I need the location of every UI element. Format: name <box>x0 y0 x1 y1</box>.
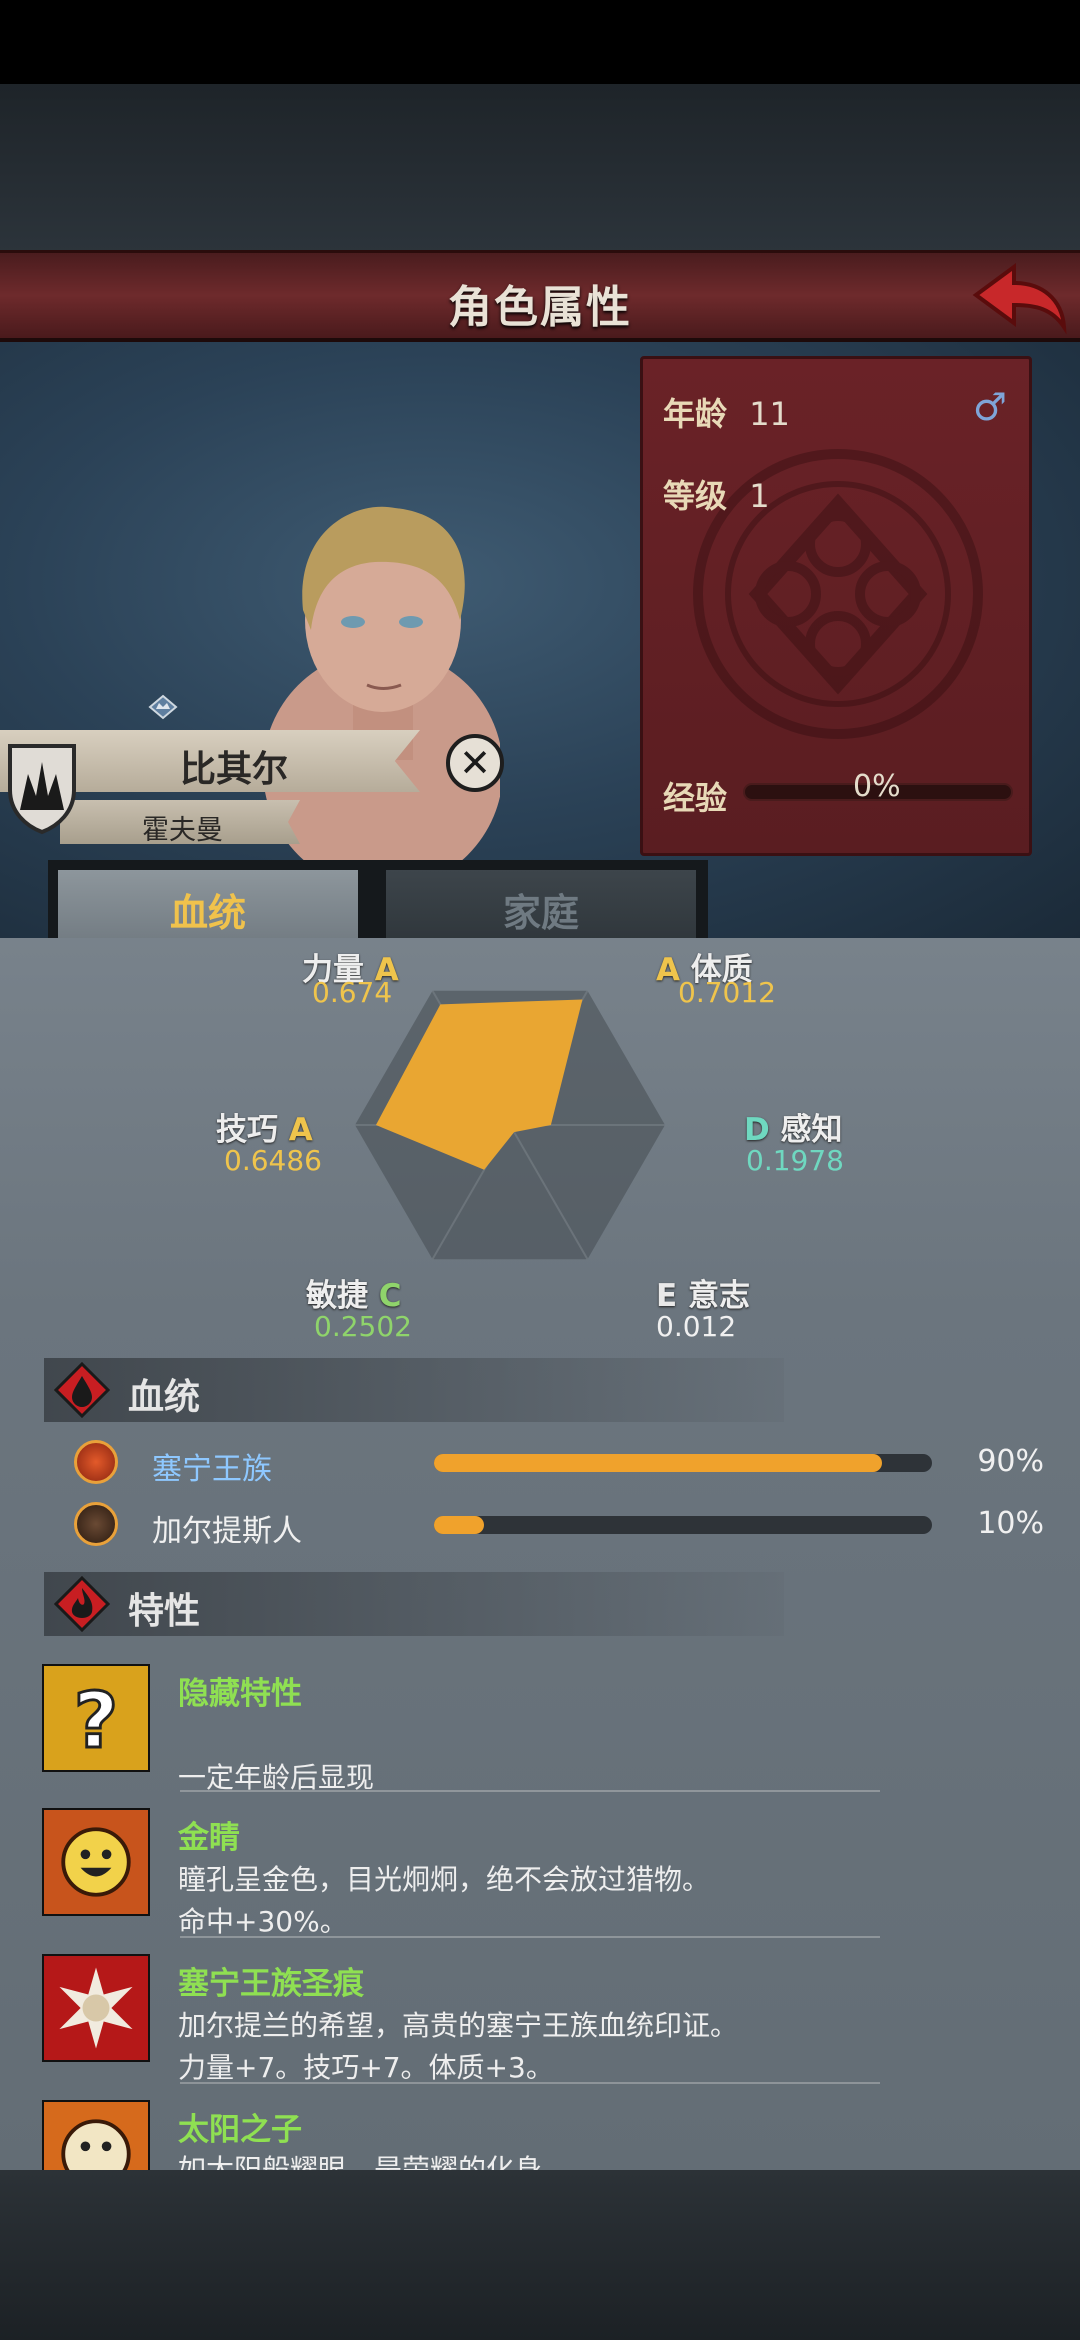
trait-description: 瞳孔呈金色，目光炯炯，绝不会放过猎物。 <box>178 1863 711 1896</box>
sun-emblem-icon <box>42 1954 150 2062</box>
bottom-bar <box>0 2170 1080 2340</box>
radar-label-perception: D 感知 <box>744 1112 843 1148</box>
age-label: 年龄 <box>663 395 728 433</box>
bloodline-bar <box>434 1516 932 1534</box>
age-row: 年龄 11 <box>663 389 790 435</box>
stat-panel: 年龄 11 ♂ 等级 1 经验 0% <box>640 356 1032 856</box>
level-label: 等级 <box>663 477 728 515</box>
status-bar <box>0 0 1080 84</box>
trait-description: 加尔提兰的希望，高贵的塞宁王族血统印证。 <box>178 2009 739 2042</box>
bloodline-section-title: 血统 <box>128 1377 201 1418</box>
svg-text:?: ? <box>74 1676 119 1766</box>
radar-value-perception: 0.1978 <box>746 1144 844 1177</box>
blood-drop-icon <box>54 1362 110 1418</box>
bloodline-bar-fill <box>434 1516 484 1534</box>
bloodline-percent: 10% <box>977 1506 1044 1541</box>
question-mark-icon: ? <box>42 1664 150 1772</box>
trait-item[interactable]: 塞宁王族圣痕 加尔提兰的希望，高贵的塞宁王族血统印证。 力量+7。技巧+7。体质… <box>42 1954 1042 2094</box>
character-name: 比其尔 <box>180 749 289 790</box>
header-bar: 角色属性 <box>0 250 1080 342</box>
trait-effect: 命中+30%。 <box>178 1905 348 1938</box>
radar-value-strength: 0.674 <box>312 976 393 1009</box>
trait-name: 金睛 <box>178 1820 240 1856</box>
crown-icon <box>148 694 178 720</box>
radar-value-skill: 0.6486 <box>224 1144 322 1177</box>
trait-name: 隐藏特性 <box>178 1676 302 1712</box>
divider <box>180 1790 880 1792</box>
royal-bloodline-emblem-icon <box>74 1440 118 1484</box>
bloodline-row: 加尔提斯人 10% <box>74 1502 1044 1549</box>
radar-value-willpower: 0.012 <box>656 1310 737 1343</box>
exp-percent: 0% <box>853 769 901 804</box>
smiling-face-icon <box>42 1808 150 1916</box>
tab-bloodline[interactable]: 血统 <box>58 870 358 944</box>
bloodline-row: 塞宁王族 90% <box>74 1440 1044 1487</box>
traits-section-title: 特性 <box>128 1591 201 1632</box>
tab-family[interactable]: 家庭 <box>386 870 696 944</box>
trait-name: 塞宁王族圣痕 <box>178 1966 364 2002</box>
radar-label-skill: 技巧 A <box>216 1112 313 1148</box>
trait-item[interactable]: 太阳之子 如太阳般耀眼，是荣耀的化身。 <box>42 2100 1042 2170</box>
trait-description: 如太阳般耀眼，是荣耀的化身。 <box>178 2153 571 2170</box>
family-crest-shield-icon <box>8 744 76 835</box>
radar-label-agility: 敏捷 C <box>306 1278 402 1314</box>
bull-emblem-icon <box>74 1502 118 1546</box>
trait-item[interactable]: 金睛 瞳孔呈金色，目光炯炯，绝不会放过猎物。 命中+30%。 <box>42 1808 1042 1948</box>
flame-icon <box>54 1576 110 1632</box>
close-icon[interactable]: ✕ <box>446 734 504 792</box>
top-background <box>0 84 1080 254</box>
age-value: 11 <box>749 395 790 433</box>
male-gender-icon: ♂ <box>972 385 1007 429</box>
character-surname: 霍夫曼 <box>142 815 223 846</box>
bloodline-section-header: 血统 <box>44 1358 784 1422</box>
page-title: 角色属性 <box>448 282 632 333</box>
radar-value-agility: 0.2502 <box>314 1310 412 1343</box>
surname-plate: 霍夫曼 <box>60 800 300 844</box>
traits-section-header: 特性 <box>44 1572 784 1636</box>
bloodline-bar-fill <box>434 1454 883 1472</box>
bloodline-name: 塞宁王族 <box>152 1452 272 1487</box>
level-row: 等级 1 <box>663 471 770 517</box>
tab-bar: 血统 家庭 <box>48 860 708 944</box>
bloodline-name: 加尔提斯人 <box>152 1514 302 1549</box>
exp-label: 经验 <box>663 779 728 817</box>
radar-value-constitution: 0.7012 <box>678 976 776 1009</box>
trait-name: 太阳之子 <box>178 2112 302 2148</box>
trait-item[interactable]: ? 隐藏特性 一定年龄后显现 <box>42 1664 1042 1804</box>
back-arrow-icon[interactable] <box>972 261 1068 337</box>
divider <box>180 2082 880 2084</box>
radar-label-willpower: E 意志 <box>656 1278 750 1314</box>
bloodline-bar <box>434 1454 932 1472</box>
divider <box>180 1936 880 1938</box>
trait-effect: 力量+7。技巧+7。体质+3。 <box>178 2051 554 2084</box>
bloodline-percent: 90% <box>977 1444 1044 1479</box>
level-value: 1 <box>749 477 770 515</box>
smiling-face-icon <box>42 2100 150 2170</box>
